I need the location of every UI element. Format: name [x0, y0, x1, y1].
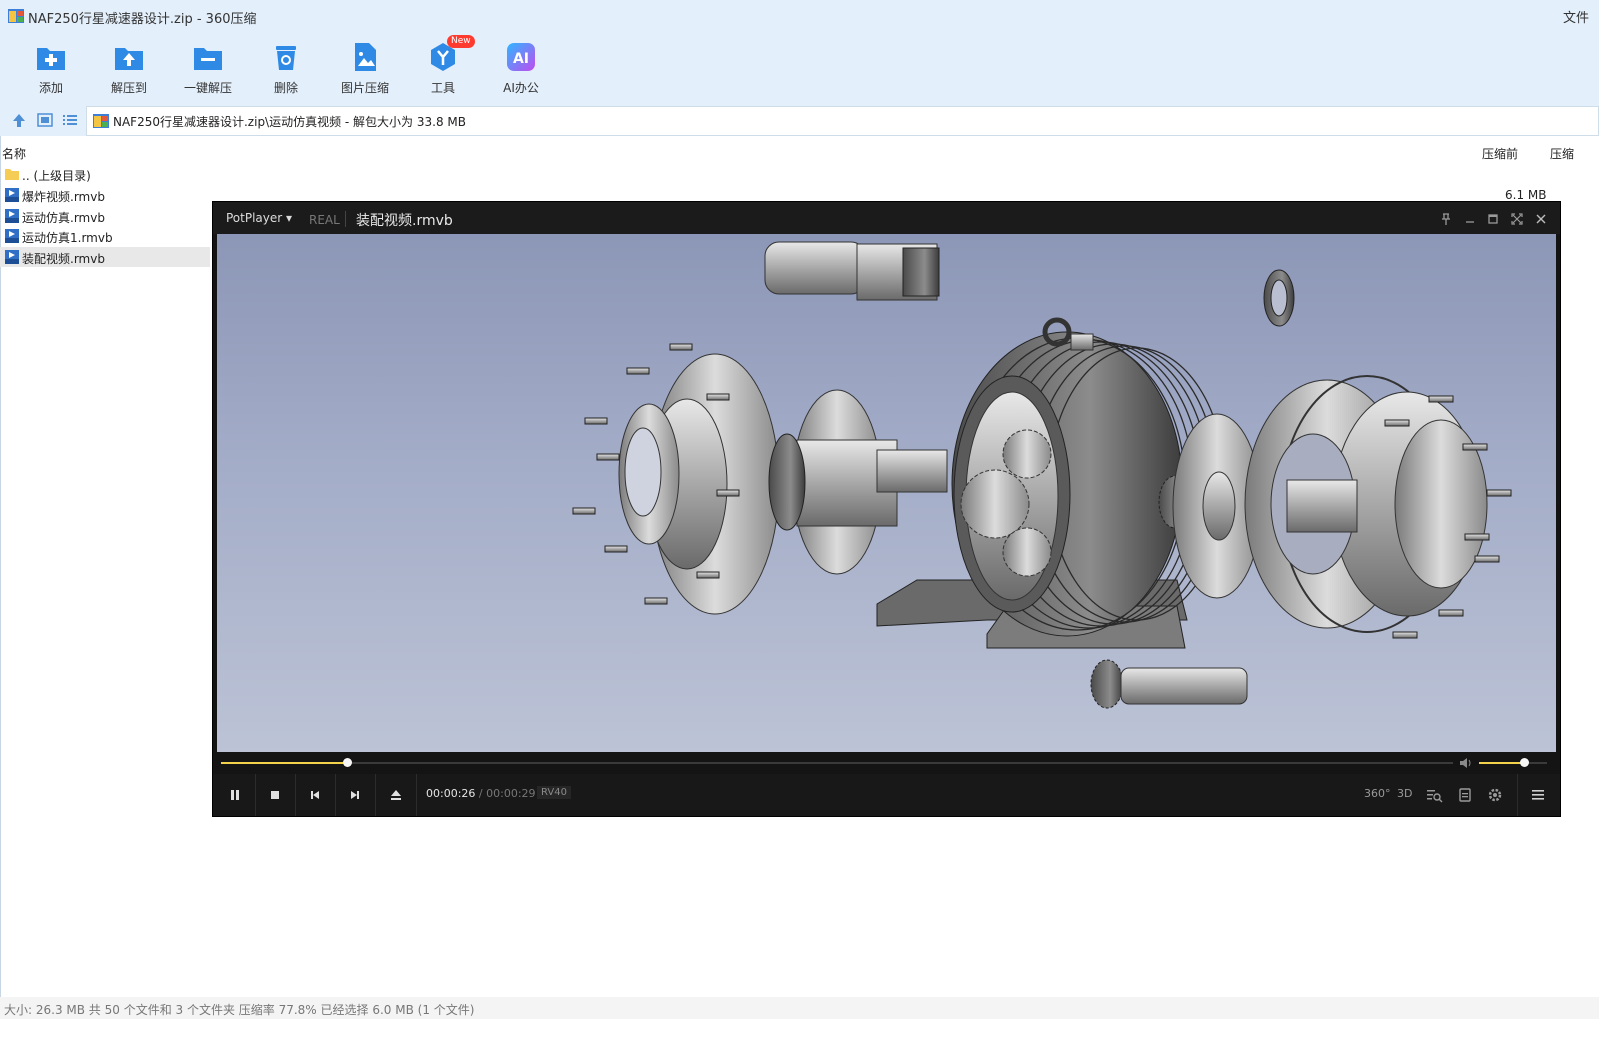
potplayer-window[interactable]: PotPlayer ▾ REAL 装配视频.rmvb 00:00:26 / 00… — [213, 202, 1560, 816]
image-compress-button[interactable]: 图片压缩 — [325, 38, 405, 98]
time-display: 00:00:26 / 00:00:29 — [426, 787, 536, 800]
title-divider — [345, 211, 346, 227]
zip-file-icon — [93, 114, 109, 128]
minimize-icon[interactable] — [1463, 212, 1477, 226]
add-icon — [37, 48, 65, 70]
pause-icon[interactable] — [225, 785, 245, 805]
format-label: REAL — [309, 213, 340, 227]
column-name[interactable]: 名称 — [2, 145, 26, 162]
status-text: 大小: 26.3 MB 共 50 个文件和 3 个文件夹 压缩率 77.8% 已… — [4, 1003, 475, 1017]
extract-to-icon — [115, 48, 143, 70]
codec-badge: RV40 — [537, 786, 571, 799]
volume-icon[interactable] — [1459, 757, 1473, 769]
column-header: 名称 压缩前 压缩 — [0, 140, 1599, 162]
list-item-parent-dir[interactable]: .. (上级目录) — [0, 164, 210, 184]
address-bar[interactable]: NAF250行星减速器设计.zip\运动仿真视频 - 解包大小为 33.8 MB — [86, 106, 1599, 136]
tools-button[interactable]: New 工具 — [403, 35, 483, 98]
extract-to-button[interactable]: 解压到 — [89, 38, 169, 98]
delete-button[interactable]: 删除 — [246, 38, 326, 98]
fullscreen-icon[interactable] — [1510, 212, 1524, 226]
new-badge: New — [447, 35, 475, 48]
add-button[interactable]: 添加 — [11, 38, 91, 98]
rmvb-file-icon — [5, 229, 19, 243]
address-path: NAF250行星减速器设计.zip\运动仿真视频 - 解包大小为 33.8 MB — [113, 115, 466, 129]
column-before-size[interactable]: 压缩前 — [1482, 145, 1518, 162]
maximize-icon[interactable] — [1486, 212, 1500, 226]
gear-reducer-exploded-view — [572, 241, 1512, 709]
video-frame[interactable] — [217, 234, 1556, 752]
rmvb-file-icon — [5, 250, 19, 264]
rmvb-file-icon — [5, 188, 19, 202]
thumbnail-view-icon[interactable] — [36, 111, 54, 129]
settings-gear-icon[interactable] — [1485, 785, 1505, 805]
close-icon[interactable] — [1534, 212, 1548, 226]
volume-level — [1479, 762, 1524, 764]
main-toolbar: 添加 解压到 一键解压 删除 图片压缩 New 工具 AI AI办公 — [0, 32, 1599, 104]
previous-icon[interactable] — [305, 785, 325, 805]
list-item-selected[interactable]: 装配视频.rmvb — [0, 247, 210, 267]
control-divider — [255, 774, 256, 816]
one-click-extract-icon — [194, 48, 222, 70]
3d-button[interactable]: 3D — [1397, 787, 1412, 807]
volume-handle[interactable] — [1519, 758, 1529, 767]
stop-icon[interactable] — [265, 785, 285, 805]
image-compress-icon — [355, 43, 376, 71]
list-item[interactable]: 运动仿真.rmvb — [0, 206, 210, 226]
control-divider — [1517, 774, 1518, 816]
volume-slider[interactable] — [1479, 758, 1547, 767]
delete-icon — [276, 46, 296, 70]
list-item[interactable]: 运动仿真1.rmvb — [0, 226, 210, 246]
eject-icon[interactable] — [386, 785, 406, 805]
next-icon[interactable] — [345, 785, 365, 805]
control-bar: 00:00:26 / 00:00:29 RV40 360° 3D — [213, 774, 1560, 816]
folder-icon — [5, 169, 19, 180]
svg-text:AI: AI — [513, 51, 529, 67]
vr-360-button[interactable]: 360° — [1364, 787, 1391, 807]
column-after-size[interactable]: 压缩 — [1550, 145, 1574, 162]
potplayer-menu-button[interactable]: PotPlayer ▾ — [226, 211, 292, 225]
player-file-title: 装配视频.rmvb — [356, 213, 453, 229]
title-bar: NAF250行星减速器设计.zip - 360压缩 文件 — [0, 0, 1599, 32]
control-divider — [335, 774, 336, 816]
window-title: NAF250行星减速器设计.zip - 360压缩 — [28, 12, 257, 27]
address-row: NAF250行星减速器设计.zip\运动仿真视频 - 解包大小为 33.8 MB — [0, 104, 1599, 136]
rmvb-file-icon — [5, 209, 19, 223]
pin-icon[interactable] — [1439, 212, 1453, 226]
file-menu[interactable]: 文件 — [1563, 7, 1589, 26]
seek-area — [213, 752, 1560, 774]
up-arrow-icon[interactable] — [10, 111, 28, 129]
seek-handle[interactable] — [342, 758, 352, 767]
control-divider — [375, 774, 376, 816]
ai-office-icon: AI — [507, 43, 535, 71]
playlist-search-icon[interactable] — [1424, 785, 1444, 805]
seek-progress — [221, 762, 347, 764]
player-title-bar: PotPlayer ▾ REAL 装配视频.rmvb — [213, 202, 1560, 234]
list-view-icon[interactable] — [61, 111, 79, 129]
time-current: 00:00:26 — [426, 787, 476, 800]
control-divider — [416, 774, 417, 816]
size-value: 6.1 MB — [1505, 188, 1547, 202]
zip-app-icon — [8, 9, 24, 23]
seek-bar[interactable] — [221, 758, 1453, 767]
menu-icon[interactable] — [1528, 785, 1548, 805]
status-bar: 大小: 26.3 MB 共 50 个文件和 3 个文件夹 压缩率 77.8% 已… — [0, 997, 1599, 1019]
time-total: 00:00:29 — [486, 787, 536, 800]
control-divider — [295, 774, 296, 816]
list-item[interactable]: 爆炸视频.rmvb — [0, 185, 210, 205]
one-click-extract-button[interactable]: 一键解压 — [168, 38, 248, 98]
subtitle-icon[interactable] — [1455, 785, 1475, 805]
ai-office-button[interactable]: AI AI办公 — [481, 38, 561, 98]
